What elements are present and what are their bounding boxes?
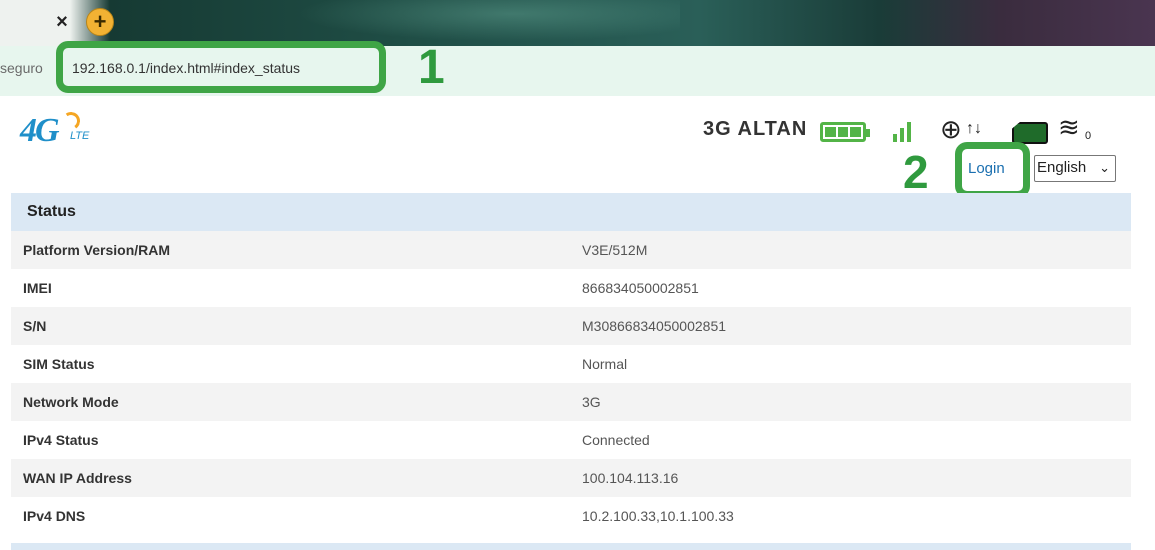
table-row: S/N M30866834050002851 bbox=[11, 307, 1131, 345]
logo-signal-arc bbox=[60, 110, 82, 132]
row-value: 10.2.100.33,10.1.100.33 bbox=[582, 508, 734, 524]
language-select[interactable]: English ⌄ bbox=[1034, 155, 1116, 182]
table-row: WAN IP Address 100.104.113.16 bbox=[11, 459, 1131, 497]
wifi-client-count: 0 bbox=[1085, 130, 1092, 142]
background-decoration bbox=[260, 0, 680, 46]
status-section-header: Status bbox=[11, 193, 1131, 231]
browser-tab-bar: × + bbox=[0, 0, 1155, 46]
globe-icon: ⊕ bbox=[940, 114, 962, 144]
annotation-number-2: 2 bbox=[903, 146, 929, 198]
row-value: Normal bbox=[582, 356, 628, 372]
table-row: Network Mode 3G bbox=[11, 383, 1131, 421]
language-select-value: English bbox=[1037, 159, 1087, 176]
table-row: IMEI 866834050002851 bbox=[11, 269, 1131, 307]
row-value: 100.104.113.16 bbox=[582, 470, 679, 486]
row-label: SIM Status bbox=[23, 356, 95, 372]
data-arrows-icon: ↑↓ bbox=[966, 120, 982, 137]
annotation-highlight-url bbox=[56, 41, 386, 93]
row-label: IPv4 DNS bbox=[23, 508, 86, 524]
row-label: IPv4 Status bbox=[23, 432, 99, 448]
battery-icon bbox=[820, 122, 870, 142]
table-row: IPv4 DNS 10.2.100.33,10.1.100.33 bbox=[11, 497, 1131, 535]
wifi-icon: ≋ bbox=[1058, 112, 1080, 142]
security-indicator[interactable]: seguro bbox=[0, 60, 43, 76]
table-row: Platform Version/RAM V3E/512M bbox=[11, 231, 1131, 269]
close-tab-icon[interactable]: × bbox=[52, 10, 72, 34]
status-section-footer bbox=[11, 543, 1131, 550]
new-tab-button[interactable]: + bbox=[86, 8, 114, 36]
row-label: S/N bbox=[23, 318, 47, 334]
row-value: 3G bbox=[582, 394, 601, 410]
network-operator-label: 3G ALTAN bbox=[703, 118, 808, 140]
row-label: WAN IP Address bbox=[23, 470, 132, 486]
login-link[interactable]: Login bbox=[968, 160, 1005, 177]
row-label: Network Mode bbox=[23, 394, 119, 410]
logo-text: 4G bbox=[20, 112, 60, 149]
status-title: Status bbox=[27, 203, 76, 220]
table-row: SIM Status Normal bbox=[11, 345, 1131, 383]
row-value: 866834050002851 bbox=[582, 280, 699, 296]
brand-logo: 4G LTE bbox=[20, 108, 110, 152]
row-value: Connected bbox=[582, 432, 650, 448]
row-label: Platform Version/RAM bbox=[23, 242, 171, 258]
row-label: IMEI bbox=[23, 280, 52, 296]
table-row: IPv4 Status Connected bbox=[11, 421, 1131, 459]
logo-subtext: LTE bbox=[70, 130, 90, 142]
row-value: V3E/512M bbox=[582, 242, 648, 258]
sim-icon bbox=[1012, 122, 1048, 144]
annotation-number-1: 1 bbox=[418, 41, 445, 94]
signal-icon bbox=[893, 118, 917, 142]
row-value: M30866834050002851 bbox=[582, 318, 727, 334]
chevron-down-icon: ⌄ bbox=[1099, 160, 1110, 175]
